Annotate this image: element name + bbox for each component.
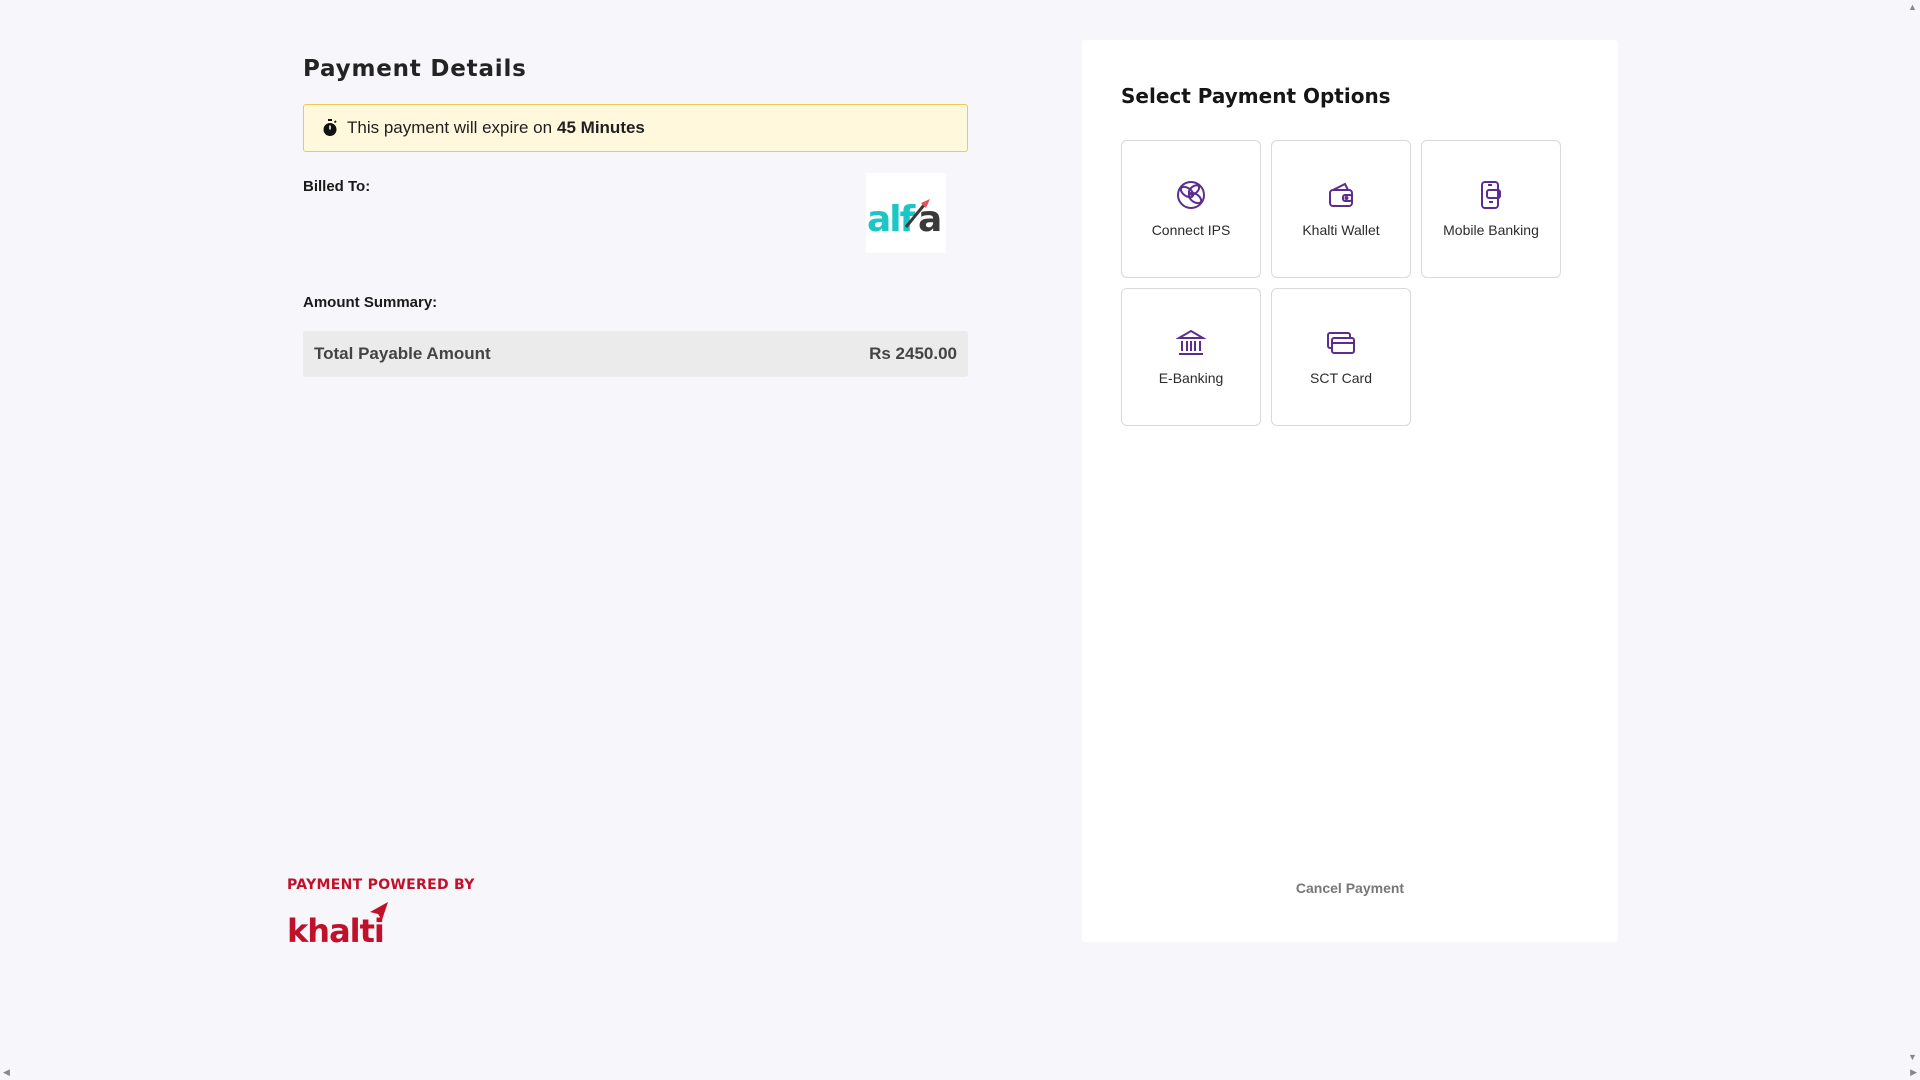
vertical-scrollbar[interactable]: ▲ ▼ xyxy=(1904,0,1920,1064)
option-mobile-banking[interactable]: Mobile Banking xyxy=(1421,140,1561,278)
expiry-text: This payment will expire on xyxy=(347,118,553,137)
total-payable-value: Rs 2450.00 xyxy=(869,344,957,363)
merchant-logo: alf a xyxy=(866,173,946,253)
horizontal-scrollbar[interactable]: ◀ ▶ xyxy=(0,1064,1920,1080)
option-sct-card[interactable]: SCT Card xyxy=(1271,288,1411,426)
option-label: Connect IPS xyxy=(1151,222,1231,238)
powered-by-label: PAYMENT POWERED BY xyxy=(287,877,475,893)
expiry-notice: This payment will expire on 45 Minutes xyxy=(303,104,968,152)
option-label: E-Banking xyxy=(1158,370,1224,386)
scroll-right-icon[interactable]: ▶ xyxy=(1910,1067,1917,1077)
khalti-logo-icon: khalti xyxy=(287,902,388,950)
page-title: Payment Details xyxy=(303,56,527,82)
mobile-banking-icon xyxy=(1481,181,1501,209)
alfa-logo-icon: alf a xyxy=(867,199,942,240)
payment-options-panel: Select Payment Options Connect IPS Khalt… xyxy=(1082,40,1618,942)
khalti-logo: khalti xyxy=(286,900,396,953)
cancel-payment-button[interactable]: Cancel Payment xyxy=(1082,880,1618,896)
svg-text:a: a xyxy=(918,199,942,240)
wallet-icon xyxy=(1329,182,1353,207)
scroll-down-icon[interactable]: ▼ xyxy=(1908,1052,1917,1062)
option-label: SCT Card xyxy=(1310,370,1372,386)
payment-options-title: Select Payment Options xyxy=(1121,84,1391,108)
stopwatch-icon xyxy=(323,119,337,136)
total-payable-label: Total Payable Amount xyxy=(314,344,491,363)
expiry-value: 45 Minutes xyxy=(557,118,645,137)
card-icon xyxy=(1327,332,1355,354)
option-label: Khalti Wallet xyxy=(1302,222,1380,238)
billed-to-label: Billed To: xyxy=(303,178,371,195)
option-label: Mobile Banking xyxy=(1443,222,1539,238)
scroll-left-icon[interactable]: ◀ xyxy=(3,1067,10,1077)
svg-text:alf: alf xyxy=(867,199,916,240)
bank-icon xyxy=(1176,329,1206,355)
amount-summary-label: Amount Summary: xyxy=(303,294,438,311)
total-payable-row: Total Payable Amount Rs 2450.00 xyxy=(303,331,968,377)
connect-ips-icon xyxy=(1177,181,1205,209)
payment-details-section: Payment Details This payment will expire… xyxy=(0,0,1080,1080)
option-khalti-wallet[interactable]: Khalti Wallet xyxy=(1271,140,1411,278)
option-e-banking[interactable]: E-Banking xyxy=(1121,288,1261,426)
scroll-up-icon[interactable]: ▲ xyxy=(1908,2,1917,12)
option-connect-ips[interactable]: Connect IPS xyxy=(1121,140,1261,278)
khalti-brand-text: khalti xyxy=(287,912,384,948)
